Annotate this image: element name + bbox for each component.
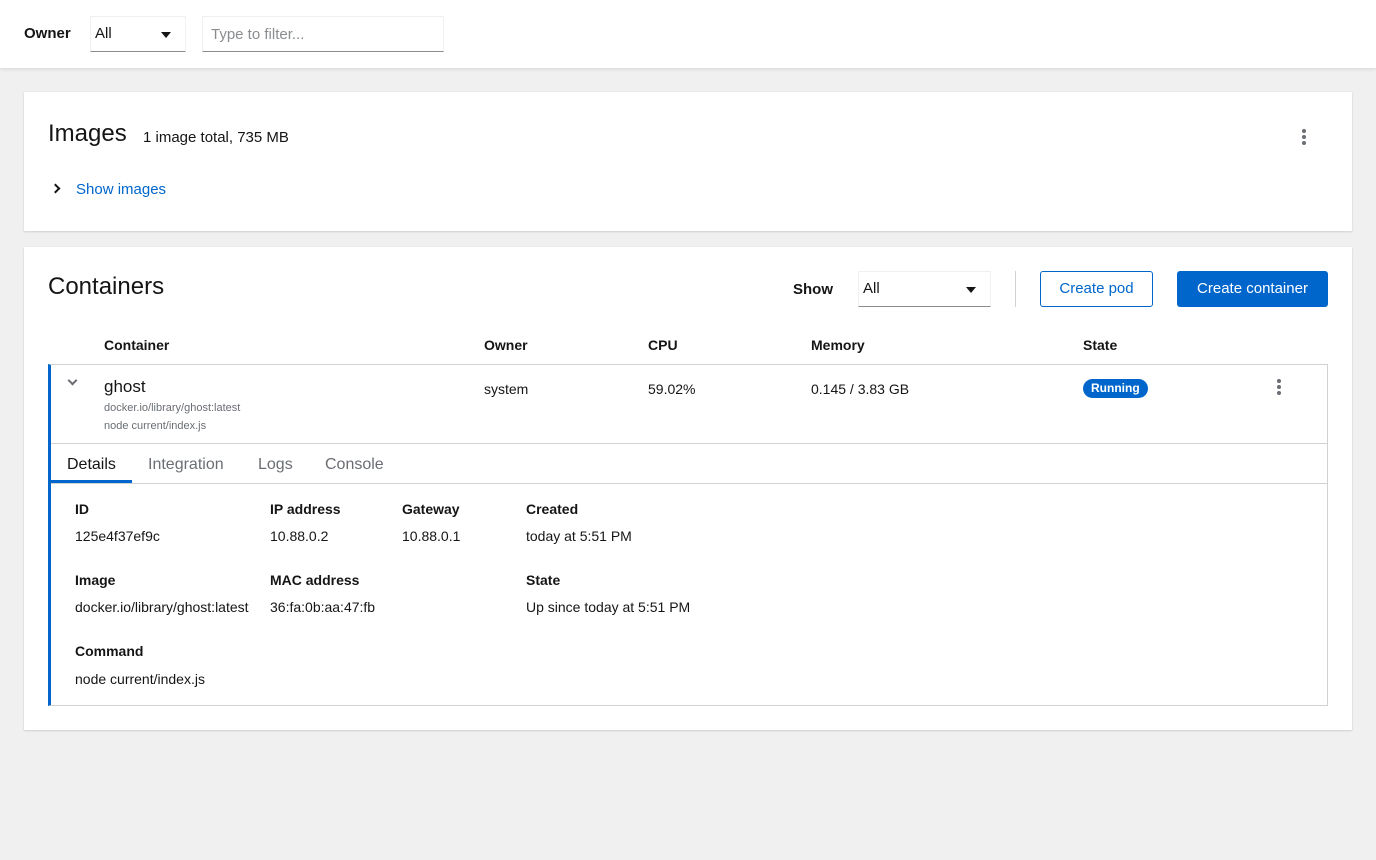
detail-mac-value: 36:fa:0b:aa:47:fb bbox=[270, 599, 376, 615]
create-container-button[interactable]: Create container bbox=[1177, 271, 1328, 307]
detail-created-value: today at 5:51 PM bbox=[526, 528, 632, 544]
images-summary: 1 image total, 735 MB bbox=[143, 129, 289, 146]
container-memory: 0.145 / 3.83 GB bbox=[811, 381, 910, 397]
images-kebab-menu-icon[interactable] bbox=[1292, 125, 1316, 149]
caret-down-icon bbox=[966, 287, 976, 293]
container-command: node current/index.js bbox=[104, 420, 207, 432]
show-label: Show bbox=[793, 281, 833, 298]
container-cpu: 59.02% bbox=[648, 381, 696, 397]
show-select-value: All bbox=[863, 280, 880, 297]
filter-input[interactable] bbox=[202, 16, 444, 52]
detail-created-label: Created bbox=[526, 501, 579, 517]
active-tab-indicator bbox=[51, 480, 132, 483]
tab-details[interactable]: Details bbox=[67, 456, 116, 474]
status-badge: Running bbox=[1083, 379, 1148, 398]
detail-command-value: node current/index.js bbox=[75, 671, 205, 687]
toolbar-divider bbox=[1015, 271, 1016, 307]
detail-image-value: docker.io/library/ghost:latest bbox=[75, 599, 249, 615]
detail-ip-value: 10.88.0.2 bbox=[270, 528, 329, 544]
images-card: Images 1 image total, 735 MB Show images bbox=[24, 92, 1352, 231]
detail-id-label: ID bbox=[75, 501, 89, 517]
detail-gateway-label: Gateway bbox=[402, 501, 460, 517]
tab-integration[interactable]: Integration bbox=[148, 456, 224, 474]
show-images-link[interactable]: Show images bbox=[76, 181, 166, 198]
column-header-memory: Memory bbox=[811, 337, 865, 353]
chevron-down-icon bbox=[67, 375, 78, 386]
containers-card: Containers Show All Create pod Create co… bbox=[24, 247, 1352, 730]
detail-state-label: State bbox=[526, 572, 561, 588]
column-header-container: Container bbox=[104, 337, 170, 353]
caret-down-icon bbox=[161, 32, 171, 38]
detail-image-label: Image bbox=[75, 572, 116, 588]
container-owner: system bbox=[484, 381, 529, 397]
column-header-cpu: CPU bbox=[648, 337, 678, 353]
detail-ip-label: IP address bbox=[270, 501, 341, 517]
detail-id-value: 125e4f37ef9c bbox=[75, 528, 160, 544]
table-row[interactable]: ghost docker.io/library/ghost:latest nod… bbox=[48, 364, 1328, 706]
show-select[interactable]: All bbox=[858, 271, 991, 307]
images-title: Images bbox=[48, 120, 127, 147]
tab-console[interactable]: Console bbox=[325, 456, 384, 474]
create-pod-button[interactable]: Create pod bbox=[1040, 271, 1153, 307]
row-kebab-menu-icon[interactable] bbox=[1267, 375, 1291, 399]
owner-select-value: All bbox=[95, 25, 112, 42]
tab-logs[interactable]: Logs bbox=[258, 456, 293, 474]
container-name[interactable]: ghost bbox=[104, 377, 146, 397]
detail-gateway-value: 10.88.0.1 bbox=[402, 528, 461, 544]
column-header-owner: Owner bbox=[484, 337, 528, 353]
show-images-toggle[interactable]: Show images bbox=[48, 180, 208, 200]
owner-label: Owner bbox=[24, 25, 71, 42]
container-image: docker.io/library/ghost:latest bbox=[104, 402, 241, 414]
row-expand-toggle[interactable] bbox=[61, 373, 85, 397]
column-header-state: State bbox=[1083, 337, 1118, 353]
details-tabs: Details Integration Logs Console bbox=[51, 443, 1328, 484]
containers-title: Containers bbox=[48, 273, 165, 300]
detail-state-value: Up since today at 5:51 PM bbox=[526, 599, 691, 615]
detail-command-label: Command bbox=[75, 643, 144, 659]
chevron-right-icon bbox=[50, 183, 61, 194]
detail-mac-label: MAC address bbox=[270, 572, 360, 588]
owner-select[interactable]: All bbox=[90, 16, 186, 52]
filter-toolbar: Owner All bbox=[0, 0, 1376, 68]
